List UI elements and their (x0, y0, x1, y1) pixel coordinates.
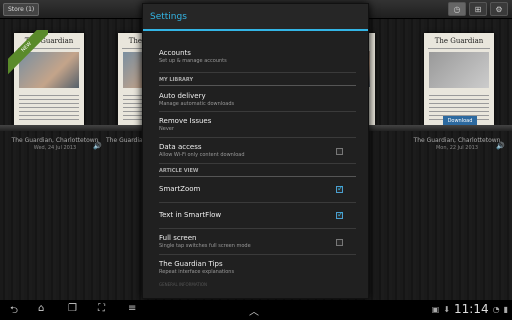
menu-icon[interactable]: ≡ (128, 303, 136, 314)
battery-icon: ▮ (503, 304, 508, 314)
smartzoom-checkbox[interactable] (336, 184, 344, 193)
newspaper-cover-4[interactable]: The Guardian (424, 33, 494, 127)
download-notification-icon: ⬇ (443, 304, 451, 314)
pref-summary: Set up & manage accounts (159, 58, 227, 64)
pref-summary: Single tap switches full screen mode (159, 243, 251, 249)
new-ribbon: NEW (8, 30, 48, 76)
grid-icon[interactable]: ⊞ (469, 2, 487, 16)
pref-title: Data access (159, 143, 202, 151)
pref-title: The Guardian Tips (159, 260, 223, 268)
section-header-general-information: GENERAL INFORMATION (159, 282, 208, 287)
wifi-icon: ◔ (492, 304, 500, 314)
section-header-article-view: ARTICLE VIEW (159, 164, 356, 177)
new-ribbon-label: NEW (8, 30, 48, 76)
status-area[interactable]: ▣ ⬇ 11:14 ◔ ▮ (432, 302, 508, 316)
speaker-icon[interactable]: 🔊 (496, 142, 505, 150)
pref-title: SmartZoom (159, 185, 201, 193)
issue-title: The Guardian, Charlottetown (106, 137, 193, 144)
up-chevron-icon[interactable]: ︿ (249, 303, 259, 318)
pref-title: Full screen (159, 234, 197, 242)
pref-full-screen[interactable]: Full screen Single tap switches full scr… (159, 229, 356, 255)
pref-auto-delivery[interactable]: Auto delivery Manage automatic downloads (159, 86, 356, 112)
pref-title: Accounts (159, 49, 191, 57)
system-navigation-bar: ⮌ ⌂ ❐ ⛶ ≡ ︿ ▣ ⬇ 11:14 ◔ ▮ (0, 300, 512, 320)
clock-time: 11:14 (454, 302, 489, 316)
pref-summary: Allow Wi-Fi only content download (159, 152, 245, 158)
full-screen-checkbox[interactable] (336, 239, 343, 246)
pref-text-in-smartflow[interactable]: Text in SmartFlow (159, 203, 356, 229)
clock-icon[interactable]: ◷ (448, 2, 466, 16)
pref-title: Auto delivery (159, 92, 206, 100)
pref-smartzoom[interactable]: SmartZoom (159, 177, 356, 203)
pref-title: Remove Issues (159, 117, 212, 125)
issue-caption-2: The Guardian, Charlottetown (106, 137, 193, 144)
pref-title: Text in SmartFlow (159, 211, 222, 219)
recent-apps-icon[interactable]: ❐ (68, 303, 77, 314)
settings-dialog: Settings Accounts Set up & manage accoun… (142, 3, 369, 299)
dialog-title: Settings (143, 4, 368, 31)
cover-photo (429, 52, 489, 88)
gear-icon[interactable]: ⚙ (490, 2, 508, 16)
pref-summary: Manage automatic downloads (159, 101, 235, 107)
data-access-checkbox[interactable] (336, 148, 343, 155)
smartflow-checkbox[interactable] (336, 210, 344, 219)
masthead: The Guardian (428, 37, 490, 49)
store-button[interactable]: Store (1) (3, 3, 40, 16)
gallery-notification-icon: ▣ (431, 304, 440, 314)
pref-summary: Repeat interface explanations (159, 269, 235, 275)
back-icon[interactable]: ⮌ (10, 303, 18, 320)
speaker-icon[interactable]: 🔊 (93, 142, 102, 150)
pref-remove-issues[interactable]: Remove Issues Never (159, 112, 356, 138)
section-header-my-library: MY LIBRARY (159, 73, 356, 86)
pref-accounts[interactable]: Accounts Set up & manage accounts (159, 31, 356, 73)
home-icon[interactable]: ⌂ (38, 303, 44, 314)
cover-text (19, 92, 79, 122)
pref-data-access[interactable]: Data access Allow Wi-Fi only content dow… (159, 138, 356, 164)
pref-tips[interactable]: The Guardian Tips Repeat interface expla… (159, 255, 356, 281)
pref-summary: Never (159, 126, 174, 132)
screenshot-icon[interactable]: ⛶ (98, 303, 105, 314)
